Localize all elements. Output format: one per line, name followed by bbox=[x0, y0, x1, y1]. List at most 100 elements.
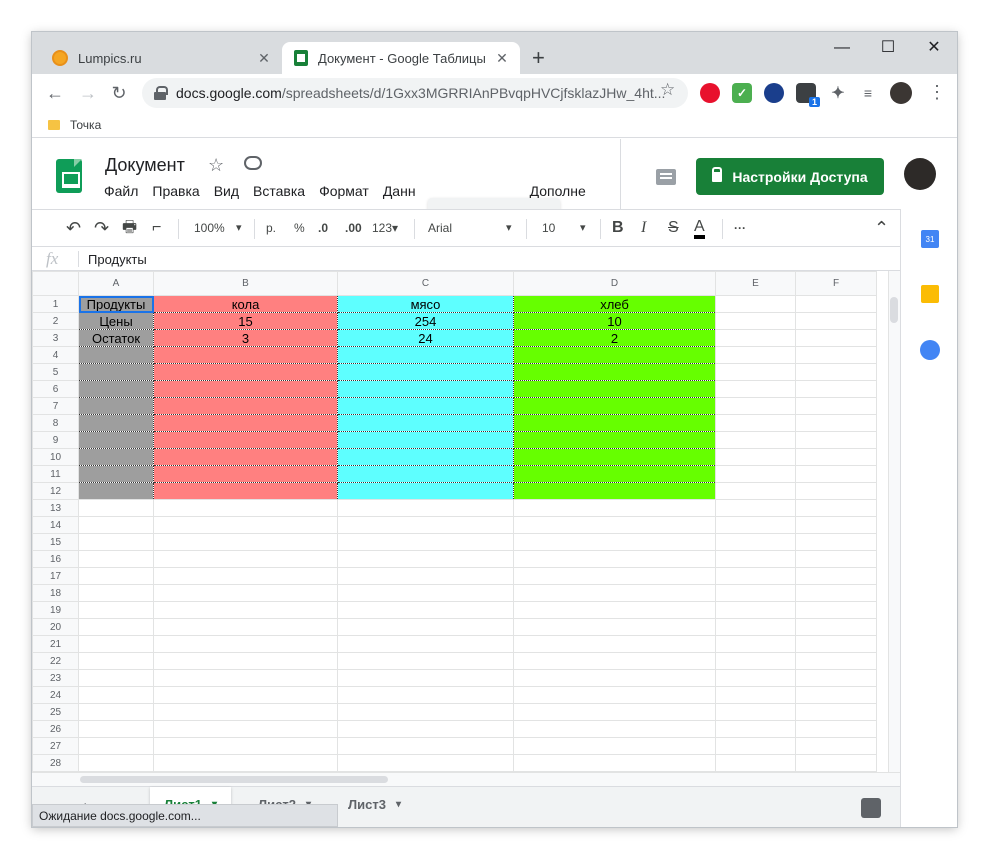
row-header[interactable]: 20 bbox=[32, 618, 79, 636]
cell[interactable] bbox=[715, 516, 796, 534]
cell[interactable] bbox=[78, 431, 154, 449]
cell[interactable] bbox=[337, 499, 514, 517]
cell[interactable] bbox=[795, 295, 877, 313]
cell[interactable] bbox=[78, 533, 154, 551]
cell[interactable] bbox=[78, 363, 154, 381]
cell[interactable] bbox=[337, 533, 514, 551]
more-options-icon[interactable]: ··· bbox=[734, 219, 746, 237]
cell[interactable] bbox=[513, 635, 716, 653]
cell[interactable] bbox=[513, 703, 716, 721]
browser-tab-sheets[interactable]: Документ - Google Таблицы ✕ bbox=[282, 42, 520, 74]
cell[interactable] bbox=[795, 601, 877, 619]
collapse-menus-icon[interactable]: ⌃ bbox=[874, 219, 889, 237]
cell[interactable] bbox=[513, 737, 716, 755]
cell[interactable] bbox=[715, 618, 796, 636]
cell[interactable]: хлеб bbox=[513, 295, 716, 313]
cell[interactable] bbox=[337, 618, 514, 636]
cell[interactable] bbox=[337, 448, 514, 466]
cell[interactable] bbox=[337, 754, 514, 772]
row-header[interactable]: 6 bbox=[32, 380, 79, 398]
cell[interactable] bbox=[795, 516, 877, 534]
profile-avatar[interactable] bbox=[890, 82, 912, 104]
row-header[interactable]: 21 bbox=[32, 635, 79, 653]
cell[interactable] bbox=[337, 635, 514, 653]
cell[interactable] bbox=[715, 482, 796, 500]
row-header[interactable]: 3 bbox=[32, 329, 79, 347]
row-header[interactable]: 15 bbox=[32, 533, 79, 551]
menu-data[interactable]: Данн bbox=[383, 183, 416, 199]
cell[interactable] bbox=[337, 465, 514, 483]
cell[interactable] bbox=[153, 499, 338, 517]
column-header[interactable]: C bbox=[337, 271, 514, 296]
cell[interactable] bbox=[715, 465, 796, 483]
cell[interactable] bbox=[513, 465, 716, 483]
cell[interactable] bbox=[795, 669, 877, 687]
cell[interactable] bbox=[795, 635, 877, 653]
browser-tab-lumpics[interactable]: Lumpics.ru ✕ bbox=[40, 42, 282, 74]
cell[interactable] bbox=[78, 550, 154, 568]
cell[interactable] bbox=[78, 567, 154, 585]
row-header[interactable]: 17 bbox=[32, 567, 79, 585]
cell[interactable] bbox=[337, 584, 514, 602]
cell[interactable] bbox=[78, 601, 154, 619]
row-header[interactable]: 12 bbox=[32, 482, 79, 500]
chevron-down-icon[interactable]: ▾ bbox=[506, 219, 512, 237]
row-header[interactable]: 18 bbox=[32, 584, 79, 602]
tasks-icon[interactable] bbox=[920, 340, 940, 360]
cell[interactable] bbox=[78, 754, 154, 772]
font-size-select[interactable]: 10 bbox=[542, 219, 555, 237]
cell[interactable] bbox=[78, 346, 154, 364]
menu-view[interactable]: Вид bbox=[214, 183, 239, 199]
close-window-button[interactable]: ✕ bbox=[911, 36, 957, 60]
row-header[interactable]: 24 bbox=[32, 686, 79, 704]
star-document-icon[interactable]: ☆ bbox=[208, 155, 224, 176]
paint-format-icon[interactable]: ⌐ bbox=[152, 219, 161, 237]
row-header[interactable]: 1 bbox=[32, 295, 79, 313]
cell[interactable]: Цены bbox=[78, 312, 154, 330]
cell[interactable] bbox=[153, 516, 338, 534]
cell[interactable] bbox=[795, 567, 877, 585]
cell[interactable] bbox=[795, 550, 877, 568]
keep-icon[interactable] bbox=[921, 285, 939, 303]
cell[interactable] bbox=[795, 703, 877, 721]
more-formats-button[interactable]: 123▾ bbox=[372, 219, 398, 237]
menu-insert[interactable]: Вставка bbox=[253, 183, 305, 199]
close-tab-icon[interactable]: ✕ bbox=[254, 50, 274, 67]
redo-icon[interactable]: ↷ bbox=[94, 219, 109, 237]
calendar-icon[interactable]: 31 bbox=[921, 230, 939, 248]
cell[interactable] bbox=[78, 482, 154, 500]
cell[interactable] bbox=[337, 397, 514, 415]
cell[interactable] bbox=[715, 533, 796, 551]
cell[interactable]: 24 bbox=[337, 329, 514, 347]
cell[interactable] bbox=[337, 652, 514, 670]
cell[interactable] bbox=[715, 295, 796, 313]
maximize-button[interactable]: ☐ bbox=[865, 36, 911, 60]
chevron-down-icon[interactable]: ▾ bbox=[580, 219, 586, 237]
cell[interactable] bbox=[78, 397, 154, 415]
cell[interactable] bbox=[715, 380, 796, 398]
row-header[interactable]: 22 bbox=[32, 652, 79, 670]
cell[interactable] bbox=[513, 601, 716, 619]
row-header[interactable]: 25 bbox=[32, 703, 79, 721]
cell[interactable] bbox=[795, 312, 877, 330]
column-header[interactable]: E bbox=[715, 271, 796, 296]
cell[interactable] bbox=[513, 380, 716, 398]
row-header[interactable]: 13 bbox=[32, 499, 79, 517]
cell[interactable] bbox=[795, 533, 877, 551]
cell[interactable] bbox=[795, 584, 877, 602]
cell[interactable] bbox=[513, 686, 716, 704]
cell[interactable] bbox=[337, 363, 514, 381]
cell[interactable] bbox=[715, 550, 796, 568]
document-title[interactable]: Документ bbox=[105, 155, 185, 176]
cell[interactable] bbox=[795, 720, 877, 738]
increase-decimal-button[interactable]: .00 bbox=[345, 219, 362, 237]
cell[interactable] bbox=[795, 499, 877, 517]
cell[interactable] bbox=[153, 482, 338, 500]
zoom-select[interactable]: 100% bbox=[194, 219, 225, 237]
minimize-button[interactable]: — bbox=[819, 36, 865, 60]
row-header[interactable]: 23 bbox=[32, 669, 79, 687]
cell[interactable] bbox=[337, 669, 514, 687]
decrease-decimal-button[interactable]: .0 bbox=[318, 219, 328, 237]
cell[interactable] bbox=[153, 567, 338, 585]
menu-format[interactable]: Формат bbox=[319, 183, 369, 199]
